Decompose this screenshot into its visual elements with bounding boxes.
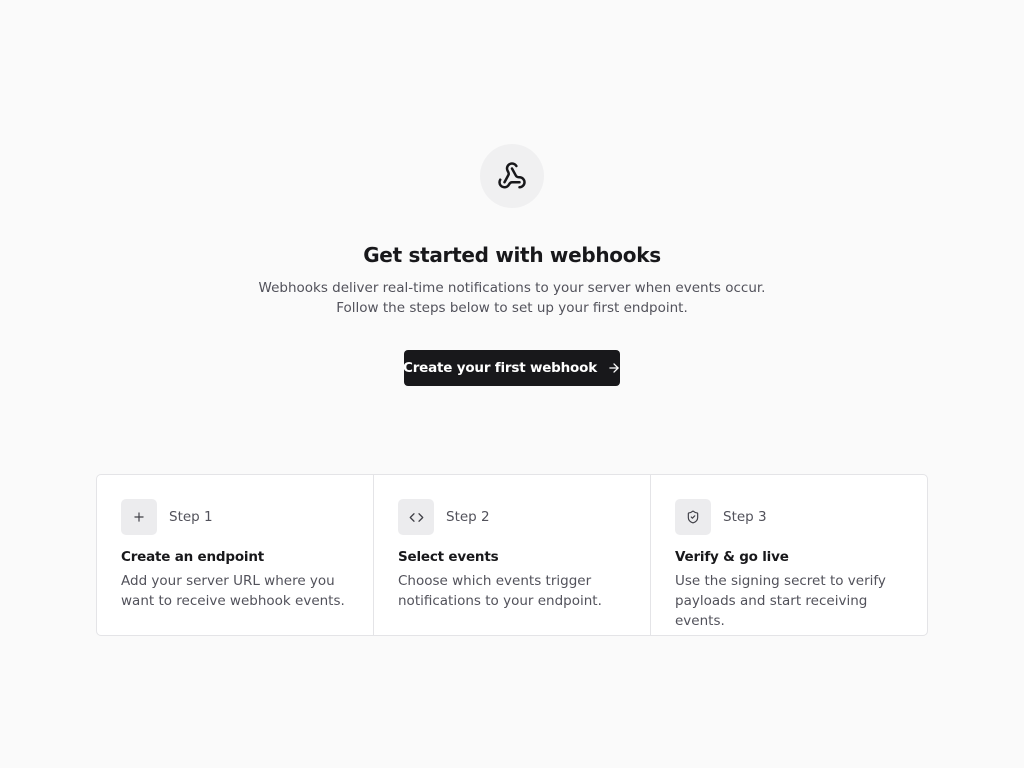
step-card-1: Step 1 Create an endpoint Add your serve… bbox=[97, 475, 373, 635]
plus-icon bbox=[121, 499, 157, 535]
setup-steps: Step 1 Create an endpoint Add your serve… bbox=[96, 474, 928, 636]
shield-check-icon bbox=[675, 499, 711, 535]
step-description: Use the signing secret to verify payload… bbox=[675, 573, 886, 629]
step-title: Create an endpoint bbox=[121, 549, 265, 565]
step-label: Step 2 bbox=[446, 509, 490, 525]
step-title: Select events bbox=[398, 549, 499, 565]
step-title: Verify & go live bbox=[675, 549, 789, 565]
step-card-2: Step 2 Select events Choose which events… bbox=[373, 475, 650, 635]
page-description: Webhooks deliver real-time notifications… bbox=[258, 280, 766, 316]
step-card-3: Step 3 Verify & go live Use the signing … bbox=[650, 475, 927, 635]
code-icon bbox=[398, 499, 434, 535]
page-title: Get started with webhooks bbox=[363, 243, 661, 267]
step-description: Add your server URL where you want to re… bbox=[121, 573, 345, 609]
step-label: Step 1 bbox=[169, 509, 213, 525]
step-label: Step 3 bbox=[723, 509, 767, 525]
arrow-right-icon bbox=[607, 361, 621, 375]
webhook-icon bbox=[480, 144, 544, 208]
webhooks-empty-state: Get started with webhooks Webhooks deliv… bbox=[0, 0, 1024, 768]
create-webhook-button-label: Create your first webhook bbox=[403, 360, 597, 376]
step-description: Choose which events trigger notification… bbox=[398, 573, 602, 609]
create-webhook-button[interactable]: Create your first webhook bbox=[403, 350, 621, 386]
